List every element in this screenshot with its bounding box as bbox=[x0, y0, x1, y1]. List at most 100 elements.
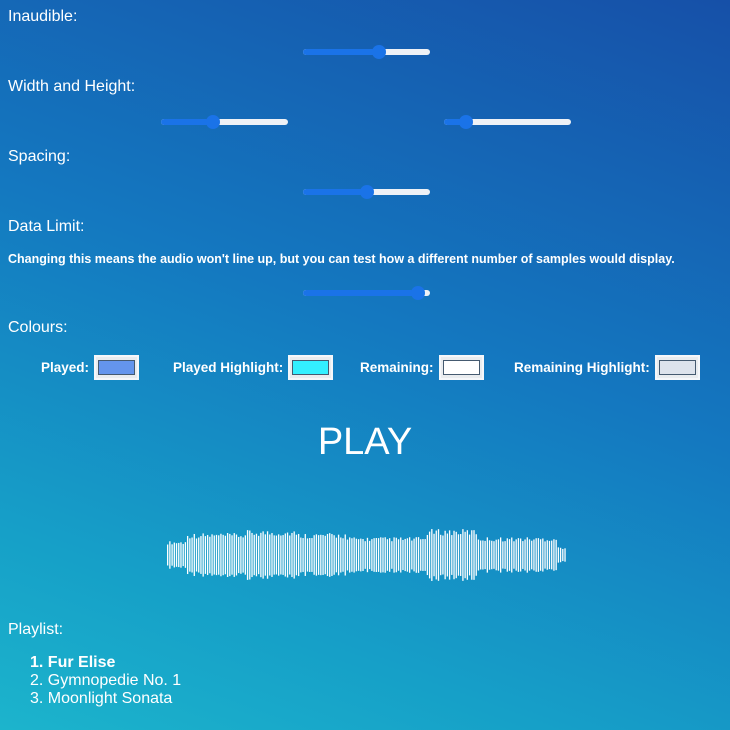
waveform-bar bbox=[448, 530, 451, 580]
waveform-bar bbox=[346, 539, 349, 571]
inaudible-slider[interactable] bbox=[303, 45, 430, 59]
waveform-bar bbox=[400, 537, 402, 573]
waveform-bar bbox=[369, 540, 371, 570]
waveform-bar bbox=[519, 538, 522, 572]
waveform-bar bbox=[462, 529, 464, 581]
waveform-bar bbox=[515, 539, 517, 571]
waveform-bar bbox=[384, 537, 386, 573]
play-button[interactable]: PLAY bbox=[0, 420, 730, 464]
waveform-bar bbox=[306, 538, 309, 572]
playlist-item[interactable]: 3. Moonlight Sonata bbox=[30, 690, 181, 708]
waveform-bar bbox=[235, 534, 238, 576]
waveform-bar bbox=[393, 537, 395, 573]
slider-thumb[interactable] bbox=[458, 115, 473, 129]
waveform-bar bbox=[513, 541, 515, 569]
waveform-bar bbox=[360, 538, 362, 572]
waveform-bar bbox=[280, 535, 282, 575]
waveform-bar bbox=[242, 537, 244, 573]
waveform-bar bbox=[506, 538, 508, 572]
waveform-bar bbox=[315, 534, 318, 576]
waveform-bar bbox=[502, 541, 504, 569]
waveform-bar bbox=[364, 541, 366, 569]
waveform-bar bbox=[311, 538, 313, 572]
waveform-bar bbox=[193, 533, 195, 577]
slider-thumb[interactable] bbox=[359, 185, 374, 199]
waveform-bar bbox=[473, 530, 475, 580]
data-limit-slider[interactable] bbox=[303, 286, 430, 300]
waveform[interactable] bbox=[165, 515, 567, 595]
waveform-bar bbox=[564, 548, 566, 562]
remaining-colour-label: Remaining: bbox=[360, 359, 434, 375]
waveform-bar bbox=[173, 542, 175, 568]
waveform-bar bbox=[317, 535, 320, 575]
inaudible-label: Inaudible: bbox=[8, 8, 78, 25]
waveform-bar bbox=[191, 537, 193, 573]
waveform-bar bbox=[178, 542, 180, 568]
waveform-bar bbox=[508, 539, 511, 571]
waveform-bar bbox=[424, 539, 426, 571]
waveform-bar bbox=[202, 533, 204, 577]
waveform-bar bbox=[553, 539, 555, 571]
waveform-bar bbox=[260, 532, 262, 578]
playlist-item[interactable]: 1. Fur Elise bbox=[30, 654, 181, 672]
data-limit-note: Changing this means the audio won't line… bbox=[8, 252, 675, 266]
slider-thumb[interactable] bbox=[411, 286, 426, 300]
waveform-bar bbox=[517, 538, 520, 572]
waveform-bar bbox=[333, 535, 335, 575]
colour-swatch bbox=[98, 359, 136, 375]
waveform-bar bbox=[175, 543, 178, 567]
waveform-bar bbox=[351, 538, 353, 572]
waveform-bar bbox=[293, 531, 295, 579]
played-colour-picker[interactable] bbox=[94, 354, 140, 380]
waveform-bar bbox=[537, 538, 540, 572]
colour-swatch bbox=[442, 359, 480, 375]
waveform-bar bbox=[531, 540, 533, 570]
waveform-bar bbox=[380, 537, 382, 573]
waveform-bar bbox=[222, 534, 224, 576]
waveform-bar bbox=[428, 531, 431, 579]
waveform-bar bbox=[302, 538, 304, 572]
waveform-bar bbox=[371, 539, 373, 571]
remaining-highlight-colour-picker[interactable] bbox=[654, 354, 700, 380]
waveform-bar bbox=[511, 537, 513, 573]
played-highlight-colour-item: Played Highlight: bbox=[173, 352, 334, 382]
waveform-bar bbox=[244, 535, 246, 575]
waveform-bar bbox=[289, 535, 291, 575]
waveform-bar bbox=[253, 534, 255, 576]
playlist-item[interactable]: 2. Gymnopedie No. 1 bbox=[30, 672, 181, 690]
waveform-bar bbox=[273, 535, 275, 575]
waveform-bar bbox=[500, 537, 502, 573]
waveform-bar bbox=[229, 533, 231, 577]
width-slider[interactable] bbox=[161, 115, 288, 129]
slider-thumb[interactable] bbox=[371, 45, 386, 59]
waveform-bar bbox=[226, 533, 229, 577]
waveform-bar bbox=[522, 541, 524, 569]
waveform-bar bbox=[211, 534, 213, 576]
waveform-bar bbox=[546, 540, 548, 570]
waveform-bar bbox=[389, 538, 391, 572]
waveform-bar bbox=[258, 535, 260, 575]
spacing-label: Spacing: bbox=[8, 148, 71, 165]
waveform-bar bbox=[413, 538, 415, 572]
height-slider[interactable] bbox=[444, 115, 571, 129]
waveform-bar bbox=[326, 533, 329, 577]
waveform-bar bbox=[189, 538, 191, 572]
waveform-bar bbox=[262, 531, 264, 579]
waveform-bar bbox=[460, 534, 462, 576]
waveform-bar bbox=[200, 536, 202, 574]
width-height-label: Width and Height: bbox=[8, 78, 136, 95]
spacing-slider[interactable] bbox=[303, 185, 430, 199]
waveform-bar bbox=[171, 544, 173, 566]
slider-thumb[interactable] bbox=[206, 115, 221, 129]
waveform-bar bbox=[397, 539, 400, 571]
played-colour-label: Played: bbox=[41, 359, 90, 375]
played-colour-item: Played: bbox=[41, 352, 140, 382]
played-highlight-colour-picker[interactable] bbox=[288, 354, 334, 380]
waveform-bar bbox=[218, 535, 220, 575]
remaining-colour-picker[interactable] bbox=[438, 354, 484, 380]
waveform-bar bbox=[426, 534, 429, 576]
track-number: 2. bbox=[30, 672, 44, 689]
waveform-bar bbox=[320, 534, 322, 576]
waveform-bar bbox=[486, 537, 488, 573]
waveform-bar bbox=[420, 539, 422, 571]
